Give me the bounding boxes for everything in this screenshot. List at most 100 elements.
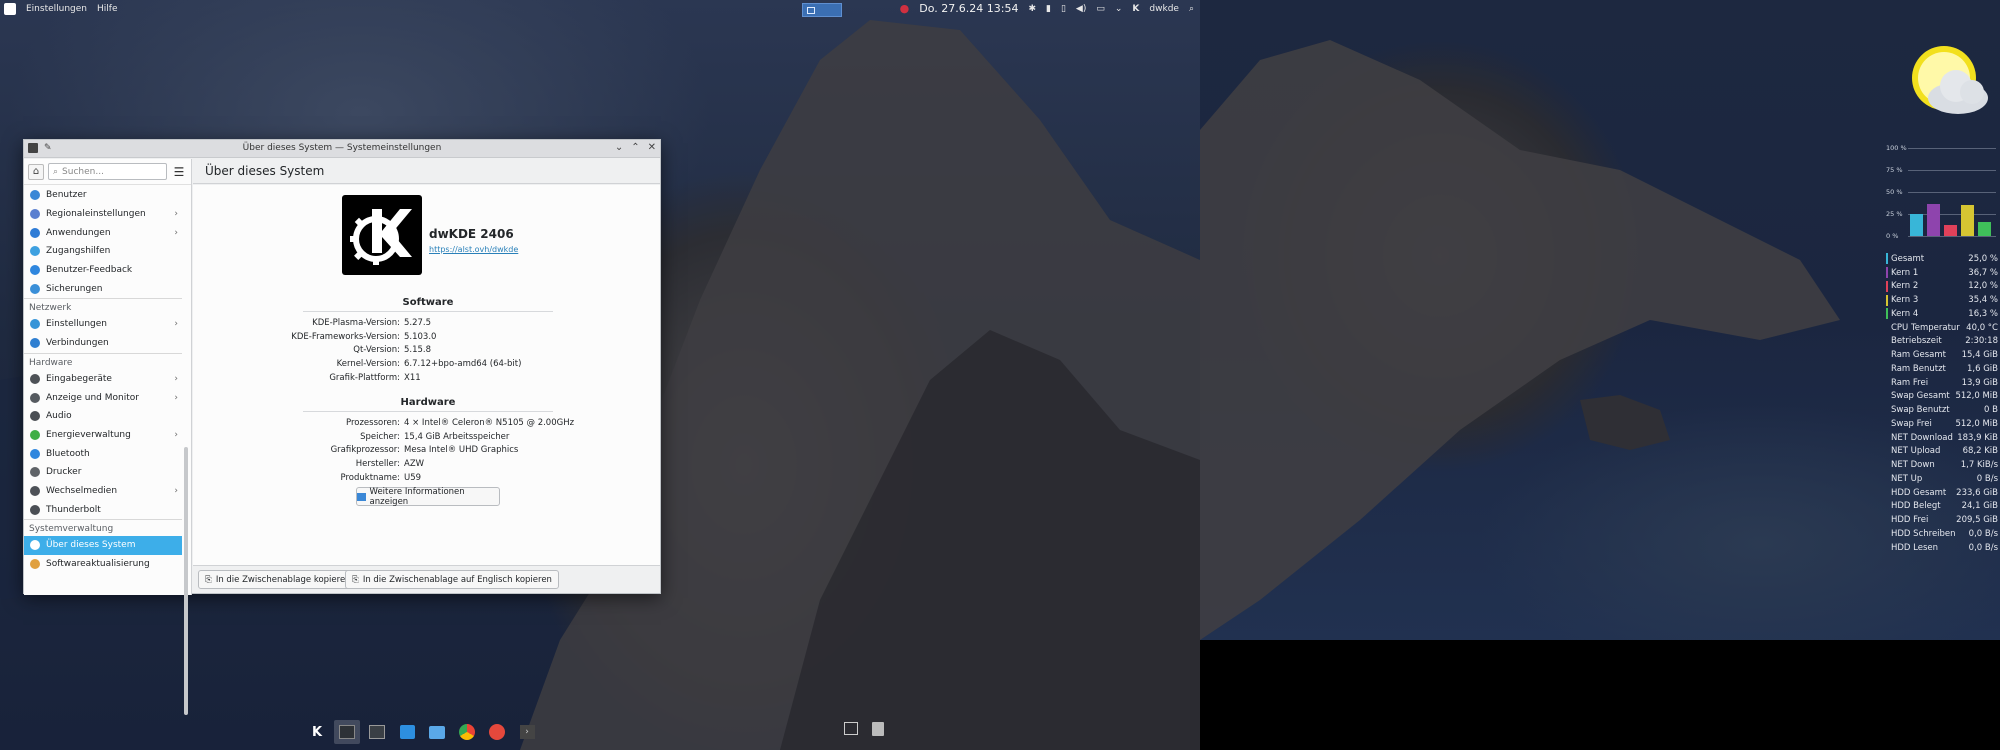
volume-icon[interactable]: ◀) [1076,4,1086,14]
sidebar-item-label: Wechselmedien [46,485,118,496]
copy-icon: ⎘ [352,574,359,585]
info-value: 5.27.5 [404,317,432,328]
dock-right [844,722,884,736]
sidebar-item[interactable]: Zugangshilfen [24,242,182,261]
stat-row: Ram Benutzt 1,6 GiB [1886,362,1998,376]
stat-value: 68,2 KiB [1962,446,1998,457]
sidebar-scrollbar[interactable] [184,447,188,715]
stat-label: HDD Belegt [1891,501,1941,512]
show-desktop-icon[interactable] [844,722,858,735]
home-button[interactable]: ⌂ [28,163,44,180]
window-titlebar[interactable]: ✎ Über dieses System — Systemeinstellung… [24,140,660,158]
dock-terminal[interactable]: › [514,720,540,744]
kde-logo-icon[interactable]: K [1132,4,1139,14]
minimize-button[interactable]: ⌄ [615,142,623,153]
dock-kde-menu[interactable]: K [304,720,330,744]
software-section-title: Software [402,297,454,308]
stat-row: HDD Belegt 24,1 GiB [1886,500,1998,514]
display-icon[interactable]: ▭ [1096,4,1105,14]
sidebar-item[interactable]: Thunderbolt [24,500,182,519]
maximize-button[interactable]: ⌃ [631,142,639,153]
graph-axis-label: 0 % [1886,232,1899,240]
stat-label: Swap Gesamt [1891,391,1950,402]
close-button[interactable]: ✕ [648,142,656,153]
dock-system-monitor[interactable] [364,720,390,744]
sidebar-item[interactable]: Anzeige und Monitor › [24,388,182,407]
sidebar-item-icon [30,265,40,276]
copy-button[interactable]: ⎘ In die Zwischenablage kopieren [198,570,358,589]
info-value: AZW [404,458,425,469]
copy-english-button[interactable]: ⎘ In die Zwischenablage auf Englisch kop… [345,570,559,589]
stat-color-marker [1886,308,1888,320]
search-icon[interactable]: ⌕ [1189,4,1194,14]
menu-einstellungen[interactable]: Einstellungen [26,4,87,14]
graph-axis-label: 75 % [1886,166,1903,174]
stat-label: NET Down [1891,460,1935,471]
stat-value: 13,9 GiB [1961,377,1998,388]
sidebar-item[interactable]: Wechselmedien › [24,482,182,501]
dock-store[interactable] [394,720,420,744]
sidebar-item[interactable]: Einstellungen › [24,315,182,334]
info-value: 5.15.8 [404,345,432,356]
hardware-divider [303,411,553,412]
chevron-down-icon[interactable]: ⌄ [1115,4,1123,14]
record-icon [489,724,505,740]
clipboard-icon[interactable]: ▯ [1061,4,1066,14]
sidebar-item[interactable]: Benutzer [24,186,182,205]
dock-settings[interactable] [334,720,360,744]
sidebar-item[interactable]: Audio [24,407,182,426]
sidebar-item[interactable]: Regionaleinstellungen › [24,205,182,224]
content-area: Über dieses System dwKDE 2406 https://al… [193,159,660,593]
stat-label: Swap Frei [1891,418,1932,429]
trash-icon[interactable] [872,722,884,736]
hamburger-menu-button[interactable]: ☰ [171,164,187,180]
sidebar-item[interactable]: Bluetooth [24,444,182,463]
sidebar-item-label: Zugangshilfen [46,246,111,257]
sidebar-item[interactable]: Anwendungen › [24,223,182,242]
raspberry-icon[interactable]: ● [900,2,910,15]
more-info-button[interactable]: Weitere Informationen anzeigen [356,487,500,507]
stat-label: HDD Frei [1891,515,1929,526]
hardware-row: Grafikprozessor: Mesa Intel® UHD Graphics [193,443,663,457]
stat-row: Kern 4 16,3 % [1886,307,1998,321]
info-key: Speicher: [360,431,400,442]
info-value: U59 [404,472,422,483]
stat-label: Ram Gesamt [1891,350,1946,361]
battery-icon[interactable]: ▮ [1046,4,1051,14]
clock[interactable]: Do. 27.6.24 13:54 [919,2,1018,15]
stat-value: 15,4 GiB [1961,350,1998,361]
dock-chrome[interactable] [454,720,480,744]
search-input[interactable]: ⌕ Suchen... [48,163,167,180]
dock-file-manager[interactable] [424,720,450,744]
sidebar-item-label: Eingabegeräte [46,373,112,384]
sidebar-item[interactable]: Energieverwaltung › [24,426,182,445]
chevron-right-icon: › [174,209,178,220]
hardware-row: Prozessoren: 4 × Intel® Celeron® N5105 @ … [193,416,663,430]
stat-label: NET Upload [1891,446,1941,457]
sidebar-item[interactable]: Eingabegeräte › [24,370,182,389]
sidebar-item[interactable]: Verbindungen [24,334,182,353]
distro-link[interactable]: https://alst.ovh/dwkde [429,245,518,254]
info-key: Grafik-Plattform: [329,372,400,383]
bluetooth-icon[interactable]: ✱ [1028,4,1036,14]
username[interactable]: dwkde [1149,4,1179,14]
sidebar-item-icon [30,448,40,459]
stat-value: 0 B/s [1976,473,1998,484]
dock: K › [304,720,540,744]
virtual-desktop-pager[interactable] [802,3,842,17]
cpu-bar [1927,203,1940,236]
sidebar-item[interactable]: Drucker [24,463,182,482]
sidebar-item[interactable]: Über dieses System [24,536,182,555]
about-page: dwKDE 2406 https://alst.ovh/dwkde Softwa… [193,185,660,565]
info-key: Grafikprozessor: [330,445,400,456]
empty-screen-area [1200,640,2000,750]
sidebar-item-icon [30,504,40,515]
sidebar-item[interactable]: Sicherungen [24,279,182,298]
sidebar-item[interactable]: Softwareaktualisierung [24,555,182,574]
sidebar-item[interactable]: Benutzer-Feedback [24,261,182,280]
stat-label: Ram Benutzt [1891,363,1946,374]
info-key: KDE-Plasma-Version: [312,317,400,328]
dock-app-red[interactable] [484,720,510,744]
menu-hilfe[interactable]: Hilfe [97,4,117,14]
sidebar-item-label: Anwendungen [46,227,111,238]
